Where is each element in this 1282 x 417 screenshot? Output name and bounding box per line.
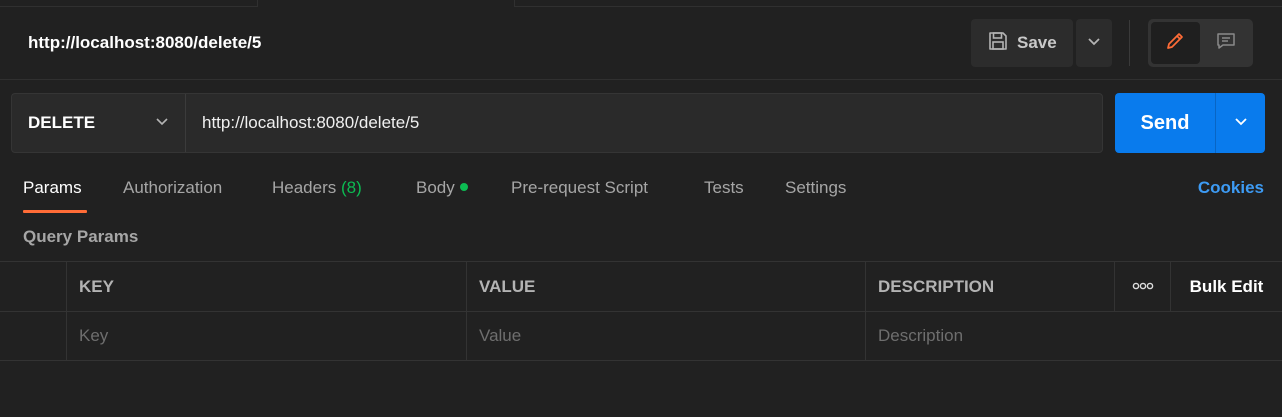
url-input[interactable] (186, 94, 1102, 152)
tab-label: Headers (272, 178, 337, 197)
edit-mode-button[interactable] (1151, 22, 1200, 64)
tab-tests[interactable]: Tests (704, 178, 744, 198)
tab-strip-segment[interactable] (943, 0, 1282, 7)
value-input[interactable]: Value (466, 312, 865, 360)
tab-pre-request-script[interactable]: Pre-request Script (511, 178, 648, 198)
tab-label: Settings (785, 178, 847, 197)
tab-params[interactable]: Params (23, 178, 82, 198)
method-select[interactable]: DELETE (12, 94, 186, 152)
pencil-icon (1164, 30, 1186, 57)
send-options-button[interactable] (1216, 93, 1265, 153)
tab-settings[interactable]: Settings (785, 178, 846, 198)
header-divider (1129, 20, 1130, 66)
tab-label: Body (416, 178, 455, 197)
table-header-row: KEY VALUE DESCRIPTION Bulk Edit (0, 261, 1282, 311)
tab-strip-segment[interactable] (0, 0, 257, 7)
request-editor: http://localhost:8080/delete/5 Save DELE… (0, 0, 1282, 417)
url-bar: DELETE (11, 93, 1103, 153)
save-icon (987, 30, 1009, 57)
tab-body[interactable]: Body (416, 178, 468, 198)
more-options-icon (1131, 278, 1155, 296)
save-group: Save (971, 19, 1112, 67)
column-header-key: KEY (66, 262, 466, 311)
active-tab-indicator (23, 210, 87, 213)
save-label: Save (1017, 33, 1057, 52)
request-header: http://localhost:8080/delete/5 Save (0, 8, 1282, 80)
tab-headers[interactable]: Headers (8) (272, 178, 362, 198)
chevron-down-icon (155, 113, 169, 133)
request-title[interactable]: http://localhost:8080/delete/5 (28, 33, 261, 53)
query-params-heading: Query Params (23, 227, 139, 246)
column-header-value: VALUE (466, 262, 865, 311)
tab-label: Tests (704, 178, 744, 197)
chevron-down-icon (1087, 34, 1101, 53)
tab-authorization[interactable]: Authorization (123, 178, 222, 198)
column-options-button[interactable] (1114, 262, 1170, 311)
key-input[interactable]: Key (66, 312, 466, 360)
view-mode-toggle (1148, 19, 1253, 67)
comments-button[interactable] (1202, 22, 1251, 64)
tab-strip-segment[interactable] (515, 0, 943, 7)
cookies-link[interactable]: Cookies (1198, 178, 1264, 198)
body-indicator-dot (459, 182, 468, 191)
save-options-button[interactable] (1076, 19, 1112, 67)
table-row: Key Value Description (0, 311, 1282, 361)
send-group: Send (1115, 93, 1265, 153)
bulk-edit-button[interactable]: Bulk Edit (1170, 262, 1282, 311)
send-button[interactable]: Send (1115, 93, 1216, 153)
save-button[interactable]: Save (971, 19, 1073, 67)
chevron-down-icon (1234, 114, 1248, 133)
comment-icon (1215, 30, 1237, 57)
column-header-description: DESCRIPTION (865, 262, 1114, 311)
request-tab-strip (0, 0, 1282, 8)
query-params-table: KEY VALUE DESCRIPTION Bulk Edit Key Valu… (0, 261, 1282, 361)
request-tabs: Params Authorization Headers (8) Body Pr… (0, 166, 1282, 214)
tab-label: Pre-request Script (511, 178, 648, 197)
method-label: DELETE (28, 113, 96, 132)
tab-label: Params (23, 178, 82, 197)
description-input[interactable]: Description (865, 312, 1282, 360)
headers-count-badge: (8) (341, 178, 362, 197)
active-request-tab[interactable] (257, 0, 515, 7)
tab-label: Authorization (123, 178, 223, 197)
